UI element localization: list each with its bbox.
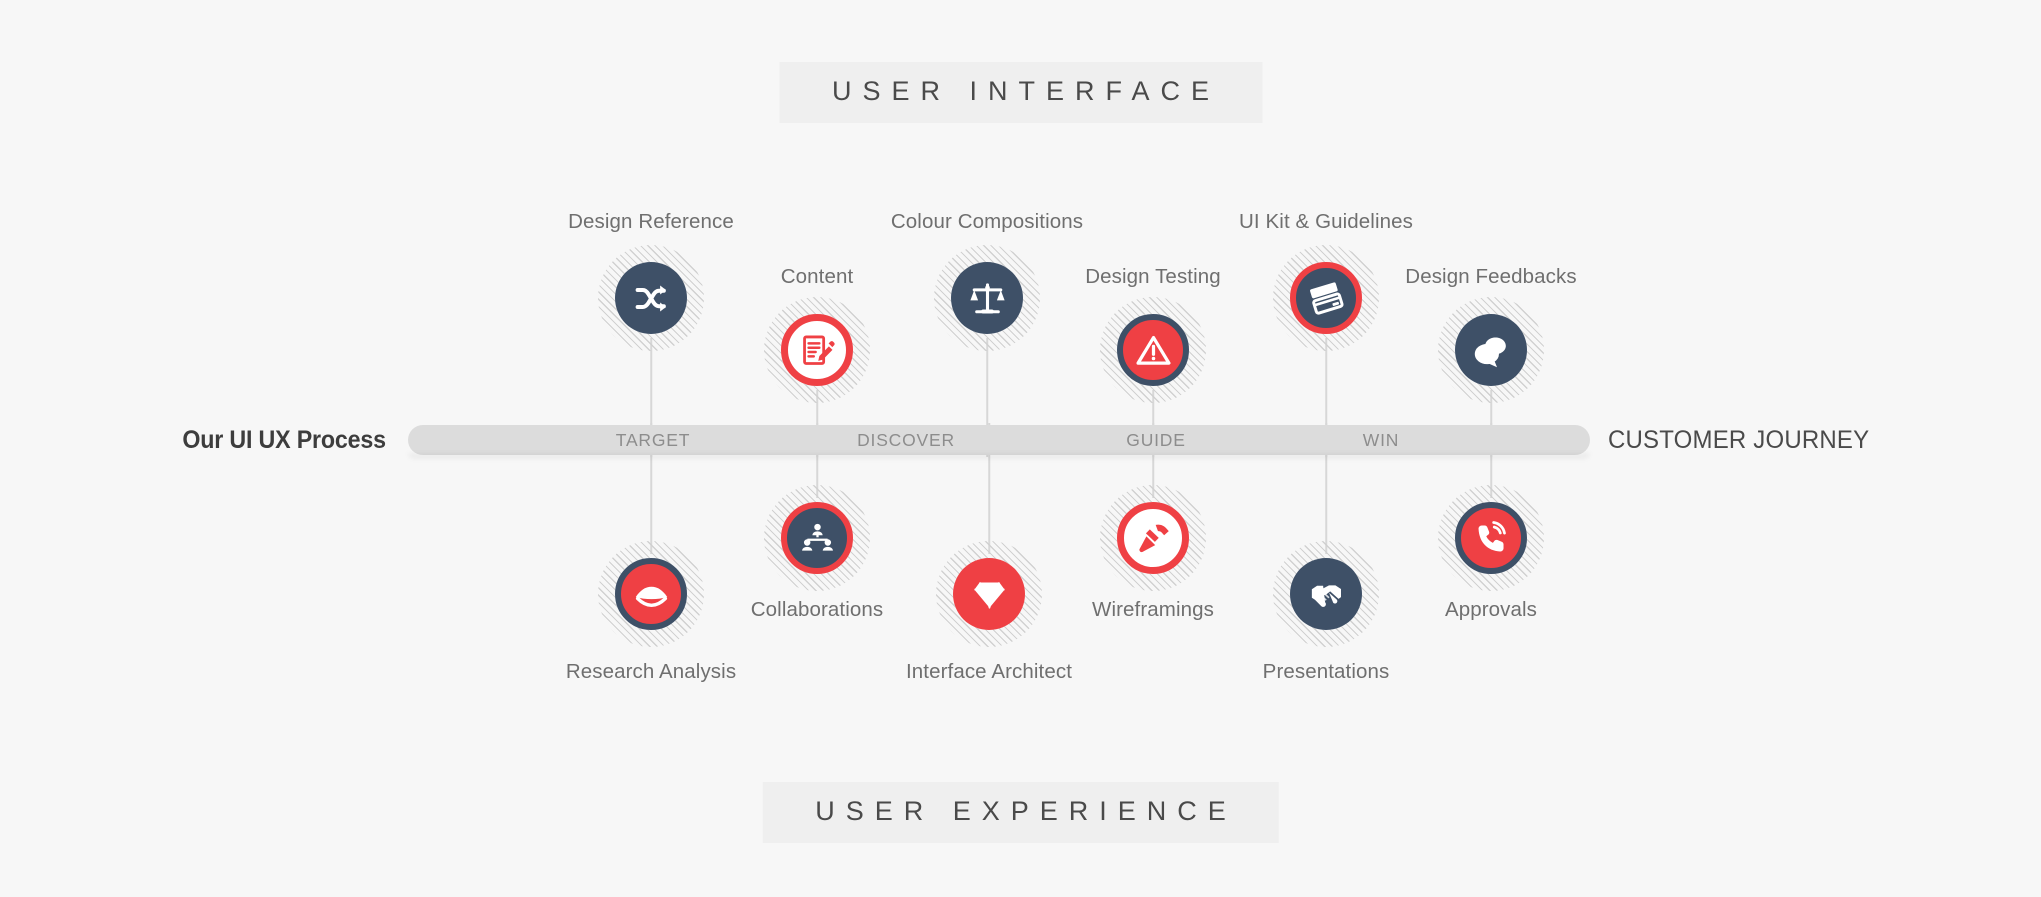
process-node[interactable]: [936, 541, 1042, 647]
process-node[interactable]: [1273, 541, 1379, 647]
node-label: Design Reference: [568, 210, 734, 233]
stage-label-target: TARGET: [615, 430, 691, 450]
handshake-icon[interactable]: [1290, 558, 1362, 630]
eye-icon[interactable]: [615, 558, 687, 630]
node-label: Presentations: [1262, 660, 1390, 683]
balance-scale-icon[interactable]: [951, 262, 1023, 334]
node-label: Content: [780, 265, 854, 288]
node-label: Wireframings: [1092, 598, 1214, 621]
process-node[interactable]: [1273, 245, 1379, 351]
process-node[interactable]: [934, 245, 1040, 351]
node-label: Design Testing: [1085, 265, 1221, 288]
cards-stack-icon[interactable]: [1290, 262, 1362, 334]
banner-user-experience: USER EXPERIENCE: [762, 782, 1279, 843]
hammer-icon[interactable]: [1117, 502, 1189, 574]
node-label: UI Kit & Guidelines: [1239, 210, 1413, 233]
process-node[interactable]: [1100, 485, 1206, 591]
node-label: Research Analysis: [565, 660, 737, 683]
process-node[interactable]: [764, 297, 870, 403]
process-node[interactable]: [598, 245, 704, 351]
node-label: Design Feedbacks: [1405, 265, 1577, 288]
process-node[interactable]: [1438, 297, 1544, 403]
process-timeline-bar: TARGET DISCOVER GUIDE WIN: [408, 425, 1590, 455]
node-label: Colour Compositions: [890, 210, 1084, 233]
customer-journey-title: CUSTOMER JOURNEY: [1608, 426, 1870, 454]
infographic-canvas: USER INTERFACE TARGET DISCOVER GUIDE WIN Ou…: [0, 0, 2041, 897]
node-label: Approvals: [1444, 598, 1538, 621]
stage-label-guide: GUIDE: [1126, 430, 1186, 450]
node-label: Collaborations: [750, 598, 884, 621]
banner-user-interface: USER INTERFACE: [778, 62, 1263, 123]
shuffle-icon[interactable]: [615, 262, 687, 334]
process-node[interactable]: [1100, 297, 1206, 403]
process-node[interactable]: [764, 485, 870, 591]
process-title: Our UI UX Process: [182, 426, 386, 454]
document-pencil-icon[interactable]: [781, 314, 853, 386]
warning-triangle-icon[interactable]: [1117, 314, 1189, 386]
process-node[interactable]: [1438, 485, 1544, 591]
phone-ringing-icon[interactable]: [1455, 502, 1527, 574]
stage-label-win: WIN: [1362, 430, 1400, 450]
team-network-icon[interactable]: [781, 502, 853, 574]
stage-label-discover: DISCOVER: [857, 430, 955, 450]
chat-bubbles-icon[interactable]: [1455, 314, 1527, 386]
node-label: Interface Architect: [906, 660, 1072, 683]
diamond-icon[interactable]: [953, 558, 1025, 630]
process-node[interactable]: [598, 541, 704, 647]
